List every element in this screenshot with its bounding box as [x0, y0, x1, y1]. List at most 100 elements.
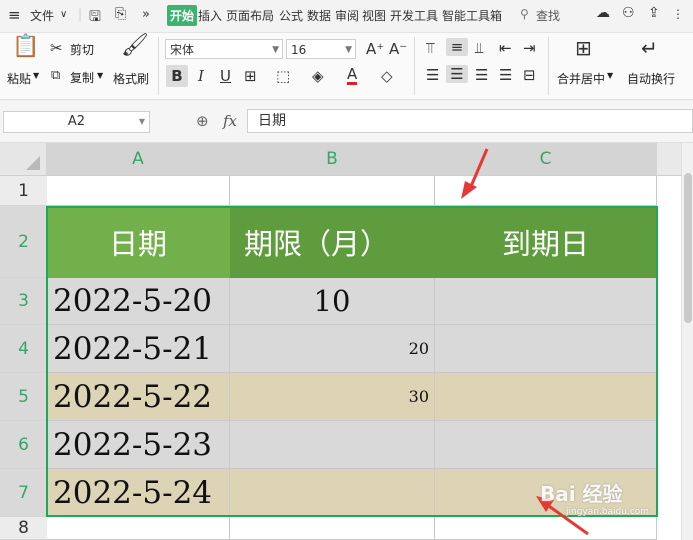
cell-b2[interactable]: 期限（月） — [230, 206, 435, 278]
fx-icon[interactable]: fx — [223, 112, 237, 130]
cell-a4[interactable]: 2022-5-21 — [47, 325, 230, 373]
wrap-text-icon[interactable]: ↵ — [641, 38, 658, 58]
cell-b8[interactable] — [230, 517, 435, 540]
font-size-select[interactable]: 16 ▼ — [286, 39, 356, 59]
tab-page-layout[interactable]: 页面布局 — [226, 7, 274, 24]
tab-developer[interactable]: 开发工具 — [390, 7, 438, 24]
formula-input[interactable]: 日期 — [247, 109, 693, 133]
column-header-b[interactable]: B — [230, 143, 435, 176]
merge-center-icon[interactable]: ⊞ — [575, 38, 592, 58]
cell-a2[interactable]: 日期 — [47, 206, 230, 278]
cell-c5[interactable] — [435, 373, 657, 421]
tab-insert[interactable]: 插入 — [198, 7, 222, 24]
tab-formulas[interactable]: 公式 — [279, 7, 303, 24]
underline-button[interactable]: U — [220, 67, 231, 85]
caret-down-icon[interactable]: ▼ — [33, 71, 39, 80]
cell-a7[interactable]: 2022-5-24 — [47, 469, 230, 517]
cell-a1[interactable] — [47, 176, 230, 206]
tab-data[interactable]: 数据 — [307, 7, 331, 24]
row-header-1[interactable]: 1 — [0, 176, 47, 206]
file-menu[interactable]: 文件 — [30, 7, 54, 24]
column-header-a[interactable]: A — [47, 143, 230, 176]
cell-a8[interactable] — [47, 517, 230, 540]
fill-style-icon[interactable]: ⬚ — [276, 67, 290, 85]
row-header-6[interactable]: 6 — [0, 421, 47, 469]
more-icon[interactable]: » — [142, 7, 150, 22]
caret-down-icon[interactable]: ▼ — [607, 71, 613, 80]
more-options-icon[interactable]: ⋮ — [672, 7, 684, 21]
bold-button[interactable]: B — [166, 65, 188, 87]
scrollbar-thumb[interactable] — [684, 173, 692, 323]
copy-icon[interactable]: ⧉ — [51, 67, 60, 85]
align-middle-icon[interactable]: ≡ — [446, 38, 468, 56]
cell-a3[interactable]: 2022-5-20 — [47, 278, 230, 325]
tab-home[interactable]: 开始 — [167, 5, 198, 26]
cell-b7[interactable] — [230, 469, 435, 517]
save-icon[interactable]: 🖫 — [89, 6, 101, 30]
border-icon[interactable]: ⊞ — [244, 67, 257, 85]
increase-indent-icon[interactable]: ⇥ — [523, 39, 536, 57]
wrap-text-button[interactable]: 自动换行 — [627, 70, 675, 87]
align-top-icon[interactable]: ⫪ — [426, 39, 434, 57]
decrease-indent-icon[interactable]: ⇤ — [499, 39, 512, 57]
chevron-down-icon[interactable]: ∨ — [60, 9, 67, 20]
format-painter-icon[interactable]: 🖌 — [121, 35, 149, 57]
export-icon[interactable]: ⎘ — [115, 6, 126, 22]
cell-b3[interactable]: 10 — [230, 278, 435, 325]
copy-button[interactable]: 复制 — [70, 69, 94, 86]
paste-icon[interactable]: 📋 — [12, 36, 39, 58]
format-painter-button[interactable]: 格式刷 — [113, 70, 149, 87]
cloud-icon[interactable]: ☁ — [596, 5, 610, 21]
cell-c2[interactable]: 到期日 — [435, 206, 657, 278]
row-header-5[interactable]: 5 — [0, 373, 47, 421]
align-bottom-icon[interactable]: ⫫ — [475, 39, 483, 57]
row-header-4[interactable]: 4 — [0, 325, 47, 373]
row-header-7[interactable]: 7 — [0, 469, 47, 517]
cell-b6[interactable] — [230, 421, 435, 469]
align-center-icon[interactable]: ☰ — [446, 65, 468, 83]
cell-c4[interactable] — [435, 325, 657, 373]
cut-button[interactable]: 剪切 — [70, 41, 94, 58]
font-color-icon[interactable]: A — [347, 66, 358, 85]
column-header-d[interactable] — [657, 143, 681, 176]
cell-b5[interactable]: 30 — [230, 373, 435, 421]
scissors-icon[interactable]: ✂ — [50, 39, 63, 57]
distributed-icon[interactable]: ⊟ — [523, 66, 536, 84]
eraser-icon[interactable]: ◇ — [381, 67, 393, 85]
tab-review[interactable]: 审阅 — [335, 7, 359, 24]
row-header-8[interactable]: 8 — [0, 517, 47, 540]
paste-button[interactable]: 粘贴 — [7, 70, 31, 87]
tab-smart-toolbox[interactable]: 智能工具箱 — [442, 7, 502, 24]
merge-center-button[interactable]: 合并居中 — [557, 70, 605, 87]
hamburger-icon[interactable]: ≡ — [8, 6, 21, 24]
annotation-arrow-top — [461, 148, 489, 199]
search-icon[interactable]: ⚲ — [520, 7, 529, 21]
vertical-scrollbar[interactable] — [681, 143, 693, 540]
chevron-down-icon: ▼ — [272, 45, 279, 55]
cell-c3[interactable] — [435, 278, 657, 325]
justify-icon[interactable]: ☰ — [499, 66, 512, 84]
cell-b1[interactable] — [230, 176, 435, 206]
user-icon[interactable]: ⚇ — [622, 5, 635, 21]
caret-down-icon[interactable]: ▼ — [97, 71, 103, 80]
tab-view[interactable]: 视图 — [362, 7, 386, 24]
align-right-icon[interactable]: ☰ — [475, 66, 488, 84]
search-label[interactable]: 查找 — [536, 7, 560, 24]
align-left-icon[interactable]: ☰ — [426, 66, 439, 84]
increase-font-icon[interactable]: A⁺ — [366, 40, 384, 58]
name-box[interactable]: A2 ▼ — [3, 111, 150, 133]
share-icon[interactable]: ⇪ — [648, 5, 660, 21]
row-header-3[interactable]: 3 — [0, 278, 47, 325]
row-header-2[interactable]: 2 — [0, 206, 47, 278]
cell-a5[interactable]: 2022-5-22 — [47, 373, 230, 421]
select-all-triangle-icon — [26, 156, 40, 170]
select-all-button[interactable] — [0, 143, 47, 176]
zoom-icon[interactable]: ⊕ — [196, 112, 209, 130]
italic-button[interactable]: I — [198, 67, 204, 85]
font-name-select[interactable]: 宋体 ▼ — [165, 39, 283, 59]
decrease-font-icon[interactable]: A⁻ — [389, 40, 407, 58]
cell-c6[interactable] — [435, 421, 657, 469]
fill-color-icon[interactable]: ◈ — [312, 67, 324, 85]
cell-b4[interactable]: 20 — [230, 325, 435, 373]
cell-a6[interactable]: 2022-5-23 — [47, 421, 230, 469]
